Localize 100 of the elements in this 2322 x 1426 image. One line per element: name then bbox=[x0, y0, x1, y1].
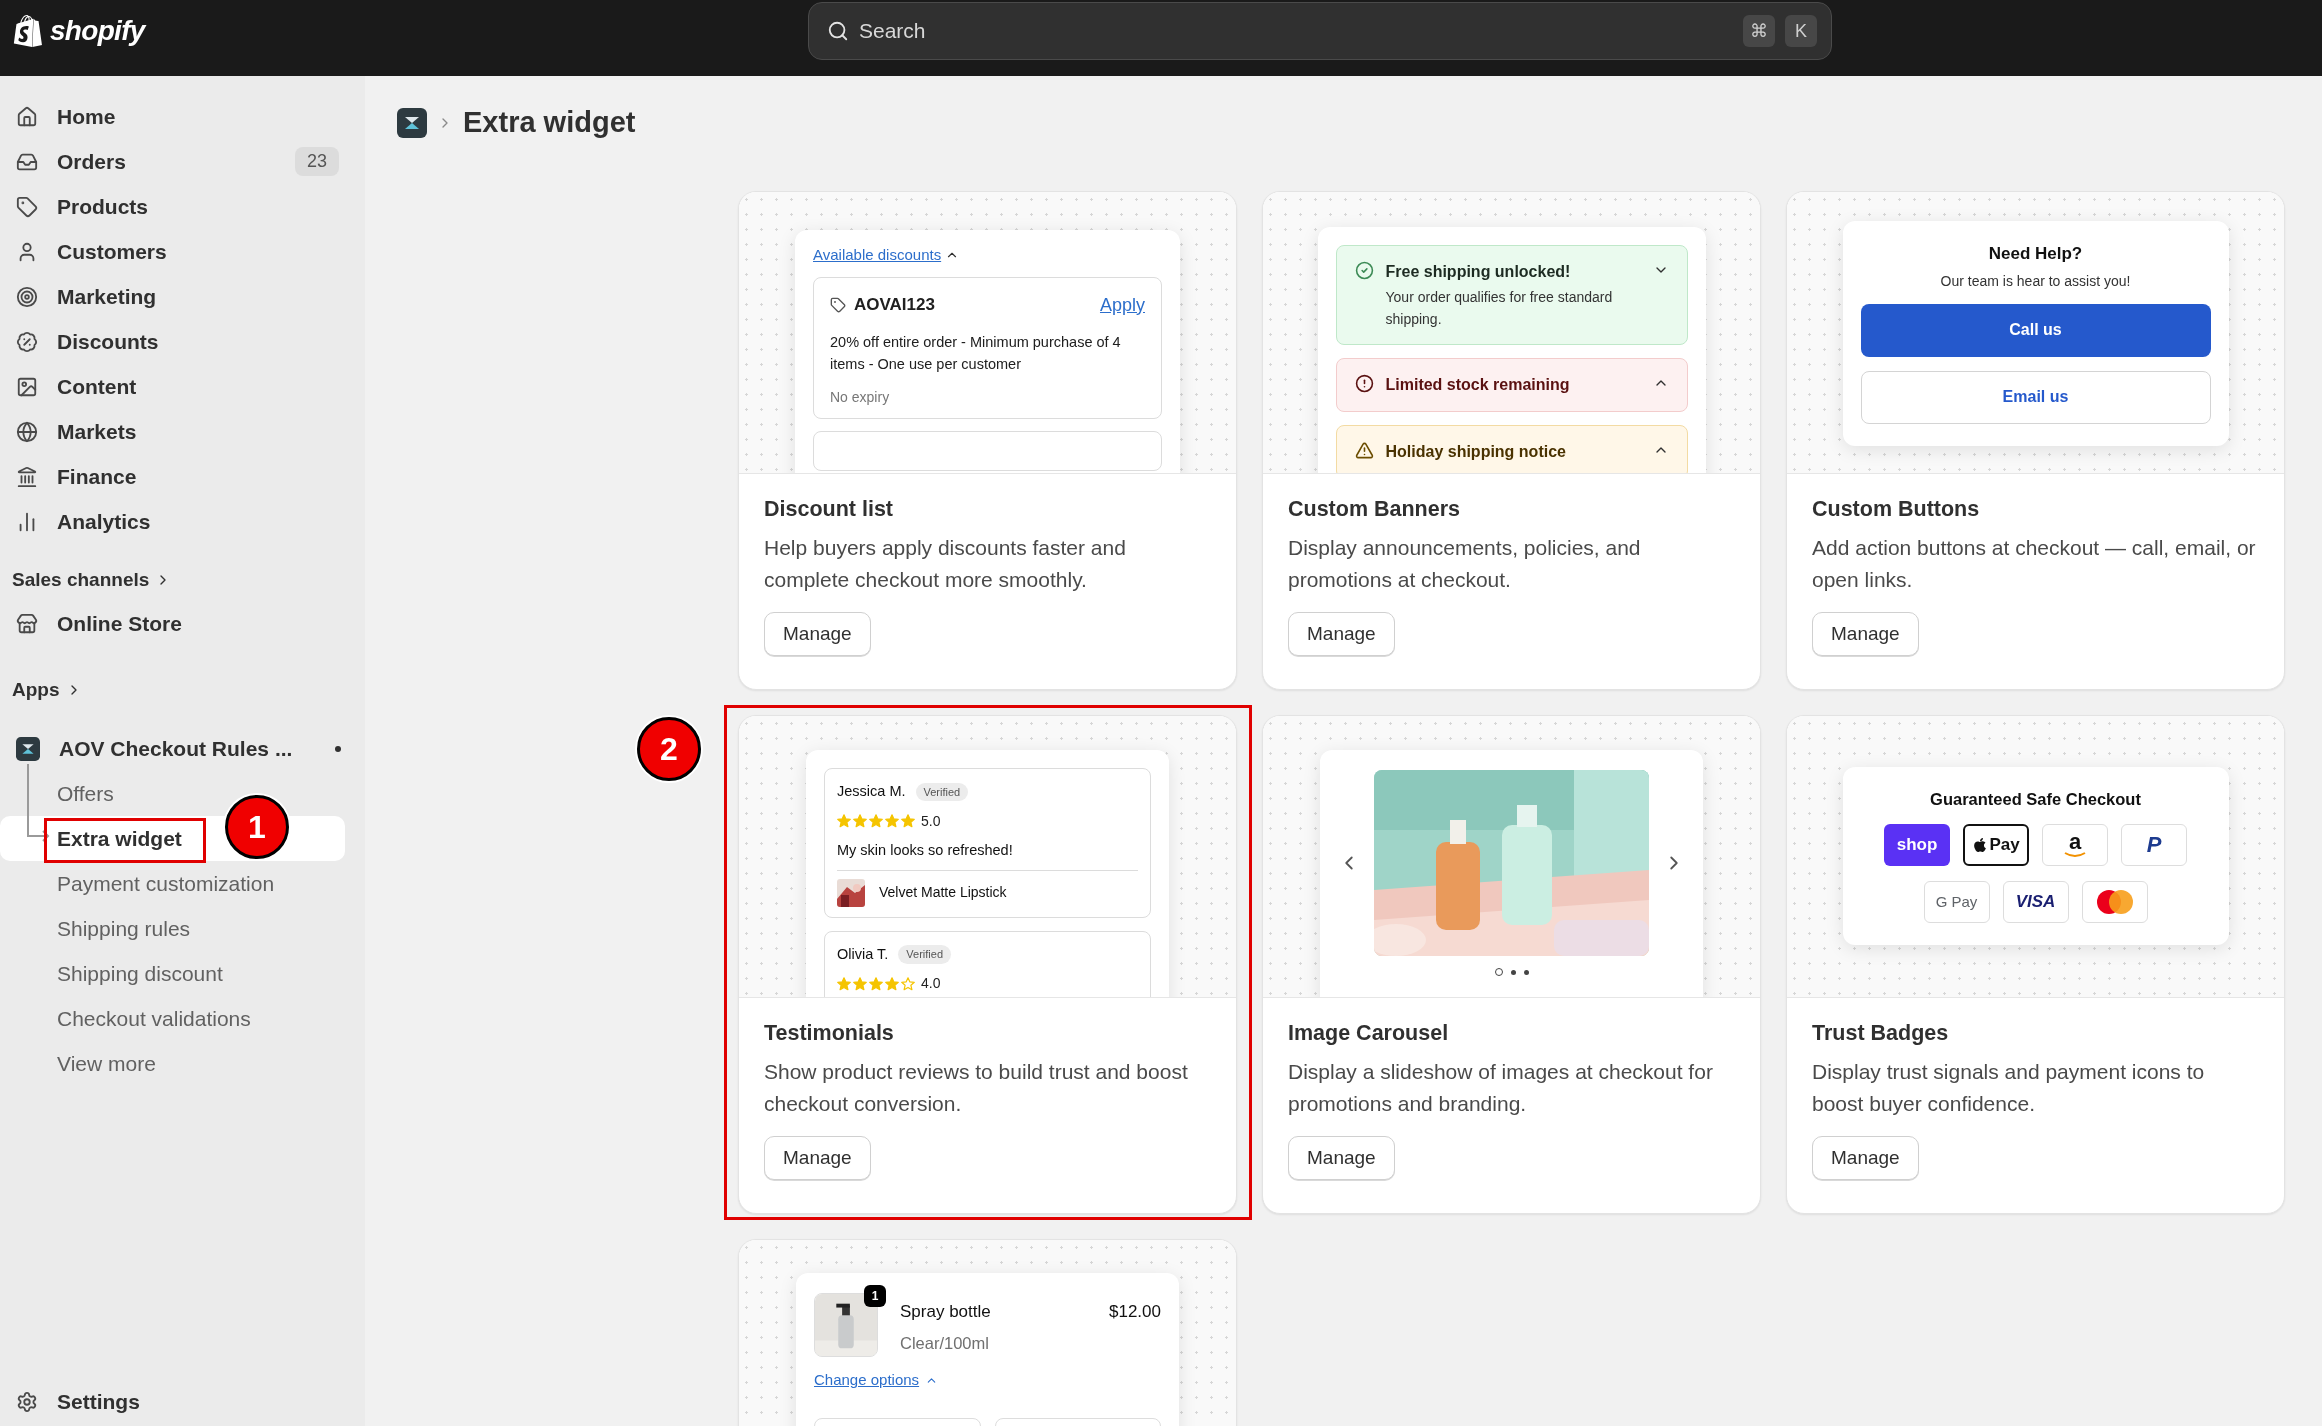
nav-item[interactable]: Home bbox=[0, 94, 365, 139]
mastercard-badge bbox=[2081, 880, 2148, 923]
badges-heading: Guaranteed Safe Checkout bbox=[1930, 789, 2141, 810]
image-icon bbox=[16, 375, 38, 398]
discount-details: 20% off entire order - Minimum purchase of 4 items - One use per customer bbox=[830, 332, 1122, 374]
target-icon bbox=[16, 285, 38, 308]
rating-value: 4.0 bbox=[921, 974, 941, 994]
banner-title: Limited stock remaining bbox=[1385, 375, 1571, 395]
card-description: Help buyers apply discounts faster and complete checkout more smoothly. bbox=[764, 535, 1127, 593]
card-description: Display a slideshow of images at checkout for promotions and branding. bbox=[1288, 1059, 1714, 1117]
verified-badge: Verified bbox=[898, 945, 951, 964]
help-subheading: Our team is hear to assist you! bbox=[1940, 271, 2131, 291]
change-options-link[interactable]: Change options bbox=[814, 1369, 920, 1392]
count-badge: 23 bbox=[294, 147, 339, 176]
warning-icon bbox=[1354, 441, 1374, 460]
nav-item[interactable]: Marketing bbox=[0, 274, 365, 319]
nav-item[interactable]: Products bbox=[0, 184, 365, 229]
search-bar[interactable]: Search ⌘ K bbox=[808, 2, 1832, 60]
tag-icon bbox=[830, 297, 846, 313]
card-description: Display announcements, policies, and promotions at checkout. bbox=[1288, 535, 1642, 593]
card-title: Custom Buttons bbox=[1812, 496, 1981, 523]
call-button[interactable]: Call us bbox=[1860, 303, 2211, 357]
logo-text: shopify bbox=[50, 14, 145, 48]
reviewer-name: Olivia T. bbox=[837, 944, 889, 964]
check-circle-icon bbox=[1354, 261, 1374, 280]
apple-pay-badge: Pay bbox=[1963, 823, 2029, 866]
shortcut-key: ⌘ bbox=[1743, 15, 1775, 47]
manage-button[interactable]: Manage bbox=[1288, 1136, 1395, 1180]
manage-button[interactable]: Manage bbox=[764, 1136, 871, 1180]
review-text: My skin looks so refreshed! bbox=[837, 840, 1014, 860]
globe-icon bbox=[16, 420, 38, 443]
store-icon bbox=[16, 612, 38, 635]
email-button[interactable]: Email us bbox=[1860, 370, 2211, 424]
discount-code: AOVAI123 bbox=[854, 294, 936, 317]
nav-item[interactable]: Settings bbox=[0, 1379, 365, 1424]
card-title: Trust Badges bbox=[1812, 1020, 1950, 1047]
discounts-link[interactable]: Available discounts bbox=[813, 244, 942, 267]
nav-item[interactable]: Markets bbox=[0, 409, 365, 454]
product-price: $12.00 bbox=[1109, 1301, 1161, 1323]
card-title: Image Carousel bbox=[1288, 1020, 1450, 1047]
card-description: Add action buttons at checkout — call, email, or open links. bbox=[1812, 535, 2257, 593]
step-marker-overlay: 2 bbox=[637, 717, 701, 781]
shortcut-key: K bbox=[1785, 15, 1817, 47]
app-logo-icon bbox=[16, 736, 40, 761]
banner-title: Free shipping unlocked! bbox=[1385, 262, 1572, 282]
help-heading: Need Help? bbox=[1988, 243, 2083, 265]
card-description: Display trust signals and payment icons to boost buyer confidence. bbox=[1812, 1059, 2206, 1117]
product-name: Spray bottle bbox=[900, 1301, 991, 1323]
notice-banner[interactable]: Free shipping unlocked! Your order qualifies for free standard shipping. bbox=[1335, 245, 1688, 345]
nav-item[interactable]: Content bbox=[0, 364, 365, 409]
verified-badge: Verified bbox=[915, 782, 969, 802]
sub-nav-item[interactable]: View more bbox=[0, 1041, 345, 1086]
product-variant: Clear/100ml bbox=[900, 1332, 990, 1354]
notice-banner[interactable]: Holiday shipping notice bbox=[1335, 425, 1688, 473]
search-field[interactable]: Search bbox=[859, 15, 1733, 47]
shop-pay-badge: shop bbox=[1884, 823, 1950, 866]
nav-item[interactable]: Analytics bbox=[0, 499, 365, 544]
notice-banner[interactable]: Limited stock remaining bbox=[1335, 358, 1688, 412]
card-title: Testimonials bbox=[764, 1020, 895, 1047]
page-title: Extra widget bbox=[463, 105, 636, 141]
rating-value: 5.0 bbox=[921, 811, 941, 831]
sub-nav-item[interactable]: Shipping rules bbox=[0, 906, 345, 951]
card-title: Custom Banners bbox=[1288, 496, 1462, 523]
card-description: Show product reviews to build trust and boost checkout conversion. bbox=[764, 1059, 1189, 1117]
sub-nav-item[interactable]: Checkout validations bbox=[0, 996, 345, 1041]
card-title: Discount list bbox=[764, 496, 894, 523]
tag-icon bbox=[16, 195, 38, 218]
section-heading[interactable]: Sales channels bbox=[0, 562, 365, 598]
expiry-text: No expiry bbox=[830, 387, 891, 407]
sub-nav-item[interactable]: Shipping discount bbox=[0, 951, 345, 996]
nav-item[interactable]: Customers bbox=[0, 229, 365, 274]
nav-item[interactable]: AOV Checkout Rules ... bbox=[0, 726, 365, 771]
visa-badge: VISA bbox=[2002, 880, 2069, 923]
section-heading[interactable]: Apps bbox=[0, 672, 365, 708]
sub-nav-item[interactable]: Payment customization bbox=[0, 861, 345, 906]
apply-link[interactable]: Apply bbox=[1099, 291, 1145, 319]
manage-button[interactable]: Manage bbox=[1288, 612, 1395, 656]
banner-body: Your order qualifies for free standard shipping. bbox=[1385, 288, 1614, 329]
shopping-bag-icon bbox=[12, 15, 44, 47]
google-pay-badge: G Pay bbox=[1923, 880, 1990, 923]
amazon-badge: a bbox=[2042, 823, 2108, 866]
manage-button[interactable]: Manage bbox=[764, 612, 871, 656]
percent-badge-icon bbox=[16, 330, 38, 353]
home-icon bbox=[16, 105, 38, 128]
alert-circle-icon bbox=[1354, 374, 1374, 393]
nav-item[interactable]: Orders 23 bbox=[0, 139, 365, 184]
nav-item[interactable]: Discounts bbox=[0, 319, 365, 364]
banner-title: Holiday shipping notice bbox=[1385, 442, 1567, 462]
search-icon bbox=[827, 20, 849, 42]
nav-item[interactable]: Online Store bbox=[0, 601, 365, 646]
manage-button[interactable]: Manage bbox=[1812, 612, 1919, 656]
product-name: Velvet Matte Lipstick bbox=[879, 883, 1007, 902]
gear-icon bbox=[16, 1390, 38, 1413]
quantity-badge: 1 bbox=[864, 1285, 886, 1307]
manage-button[interactable]: Manage bbox=[1812, 1136, 1919, 1180]
app-logo-icon bbox=[397, 108, 427, 138]
paypal-badge: P bbox=[2121, 823, 2187, 866]
reviewer-name: Jessica M. bbox=[837, 782, 906, 801]
nav-item[interactable]: Finance bbox=[0, 454, 365, 499]
bank-icon bbox=[16, 465, 38, 488]
